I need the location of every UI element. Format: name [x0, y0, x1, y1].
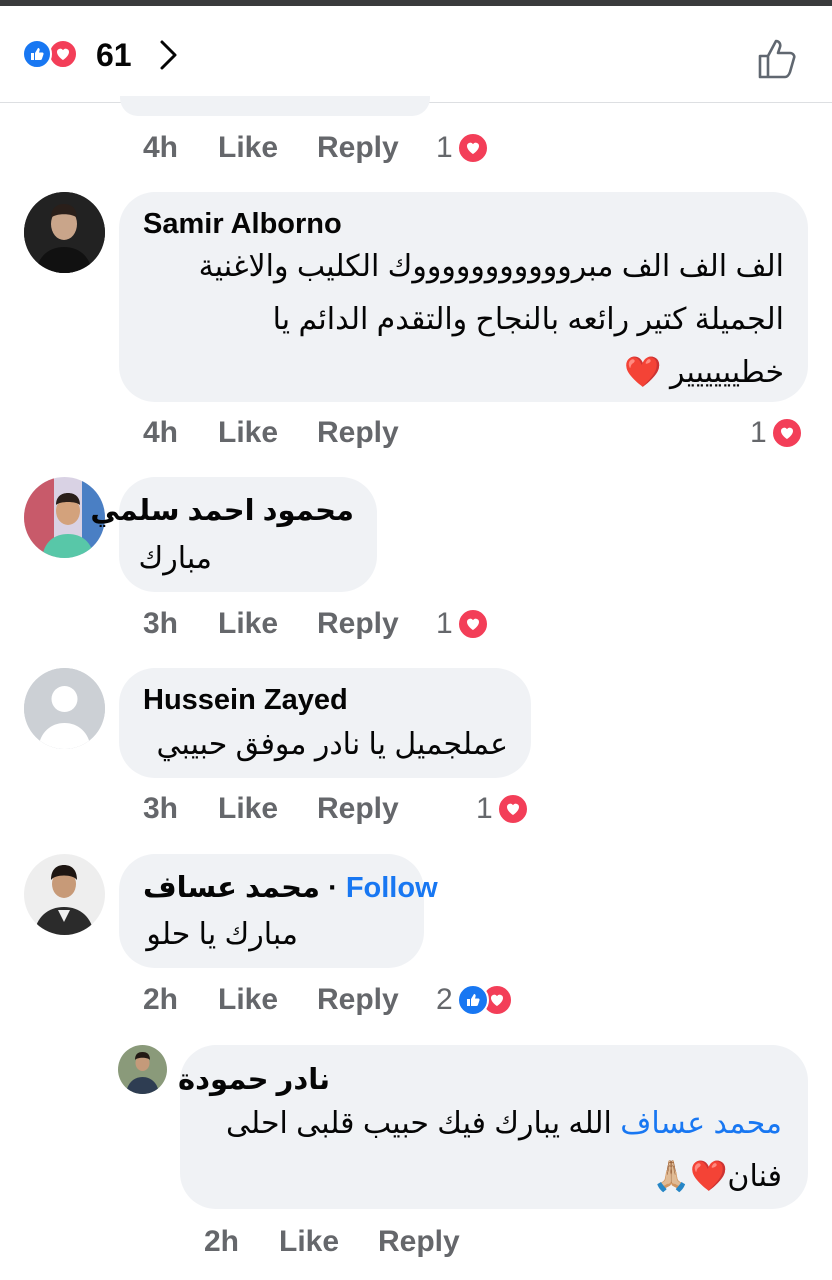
comment-actions: 4h Like Reply: [143, 413, 543, 453]
reply-text: محمد عساف الله يبارك فيك حبيب قلبى احلى …: [226, 1107, 782, 1193]
like-link[interactable]: Like: [218, 980, 278, 1020]
like-link[interactable]: Like: [218, 789, 278, 829]
reply-link[interactable]: Reply: [317, 980, 399, 1020]
comment-reactions[interactable]: 2: [436, 982, 513, 1018]
reply-author[interactable]: نادر حمودة: [178, 1062, 330, 1097]
like-link[interactable]: Like: [218, 128, 278, 168]
comment-reactions[interactable]: 1: [476, 791, 529, 827]
avatar-photo-icon: [118, 1045, 167, 1094]
comment-text: عملجميل يا نادر موفق حبيبي: [156, 728, 508, 761]
reply-link[interactable]: Reply: [317, 789, 399, 829]
love-reaction-icon: [48, 39, 78, 69]
like-thumb-icon[interactable]: [755, 36, 801, 82]
comment-text: مبارك: [138, 542, 212, 575]
comment-author[interactable]: Samir Alborno: [143, 208, 342, 241]
like-link[interactable]: Like: [279, 1222, 339, 1262]
reply-link[interactable]: Reply: [317, 128, 399, 168]
avatar[interactable]: [118, 1045, 167, 1094]
heart-icon: [456, 608, 489, 640]
comment-time: 3h: [143, 792, 179, 825]
heart-icon: [770, 417, 803, 449]
follow-button[interactable]: Follow: [346, 872, 438, 904]
heart-icon: [496, 793, 529, 825]
reply-link[interactable]: Reply: [317, 413, 399, 453]
avatar[interactable]: [24, 192, 105, 273]
comment-reactions[interactable]: 1: [436, 606, 489, 642]
like-reaction-icon: [456, 984, 489, 1016]
like-reaction-icon: [22, 39, 52, 69]
avatar[interactable]: [24, 668, 105, 749]
comment-time: 3h: [143, 607, 179, 640]
like-link[interactable]: Like: [218, 604, 278, 644]
default-avatar-icon: [24, 668, 105, 749]
reply-actions: 2h Like Reply: [204, 1222, 604, 1262]
reactions-header: 61: [0, 6, 832, 103]
avatar-photo-icon: [24, 192, 105, 273]
comment-time: 4h: [143, 131, 179, 164]
heart-icon: [456, 132, 489, 164]
comment-text: مبارك يا حلو: [146, 918, 298, 951]
comment-reactions[interactable]: 1: [750, 415, 803, 451]
comment-reactions[interactable]: 1: [436, 130, 489, 166]
reactions-summary[interactable]: [22, 39, 92, 69]
like-link[interactable]: Like: [218, 413, 278, 453]
mention-link[interactable]: محمد عساف: [620, 1107, 782, 1140]
reaction-count[interactable]: 61: [96, 37, 132, 73]
comment-author-row: محمد عساف · Follow: [143, 870, 438, 905]
comment-text: الف الف الف مبروووووووووووك الكليب والاغ…: [198, 250, 784, 389]
comment-author[interactable]: محمد عساف: [143, 872, 320, 904]
reply-time: 2h: [204, 1225, 240, 1258]
chevron-right-icon[interactable]: [155, 38, 183, 72]
comment-time: 4h: [143, 416, 179, 449]
heart-emoji: ❤️: [624, 356, 662, 389]
reply-link[interactable]: Reply: [378, 1222, 460, 1262]
separator-dot: ·: [328, 872, 338, 904]
comment-time: 2h: [143, 983, 179, 1016]
comment-author[interactable]: Hussein Zayed: [143, 684, 348, 717]
comment-author[interactable]: محمود احمد سلمي: [90, 493, 354, 528]
previous-comment-bubble: [120, 96, 430, 116]
reply-link[interactable]: Reply: [317, 604, 399, 644]
heart-pray-emoji: ❤️🙏🏼: [652, 1160, 728, 1193]
